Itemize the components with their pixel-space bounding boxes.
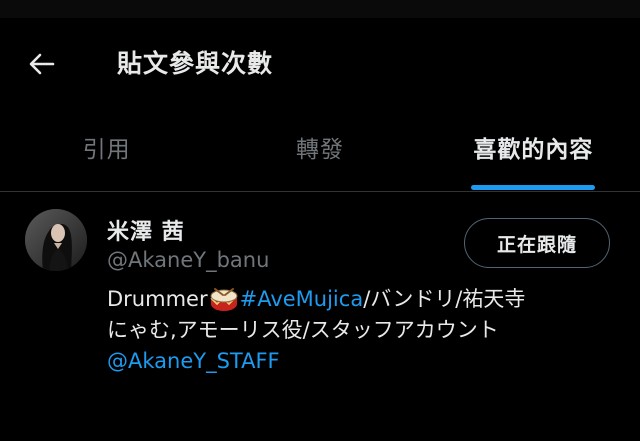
bio-text: /バンドリ/祐天寺 [363, 287, 526, 311]
bio-line: @AkaneY_STAFF [107, 346, 607, 377]
bio-line: Drummer #AveMujica /バンドリ/祐天寺 [107, 284, 607, 315]
tab-label: 引用 [82, 137, 131, 163]
hashtag-link[interactable]: #AveMujica [240, 284, 364, 315]
display-name[interactable]: 米澤 茜 [107, 214, 185, 246]
drum-icon [210, 287, 238, 311]
active-tab-indicator [471, 185, 596, 190]
avatar-image [25, 209, 87, 271]
header: 貼文參與次數 [0, 18, 640, 108]
user-list-item[interactable]: 米澤 茜 @AkaneY_banu 正在跟隨 Drummer #AveMujic… [0, 192, 640, 441]
arrow-left-icon [29, 53, 55, 75]
user-handle[interactable]: @AkaneY_banu [107, 248, 269, 272]
tab-bar: 引用 轉發 喜歡的內容 [0, 108, 640, 192]
avatar[interactable] [25, 209, 87, 271]
tab-quotes[interactable]: 引用 [0, 108, 213, 192]
bio-line: にゃむ,アモーリス役/スタッフアカウント [107, 315, 607, 346]
tab-reposts[interactable]: 轉發 [213, 108, 426, 192]
page-title: 貼文參與次數 [117, 49, 274, 78]
bio-text: Drummer [107, 287, 208, 311]
status-bar-edge [0, 0, 640, 18]
tab-label: 轉發 [295, 137, 344, 163]
tab-label: 喜歡的內容 [473, 137, 594, 163]
mention-link[interactable]: @AkaneY_STAFF [107, 346, 280, 377]
tab-likes[interactable]: 喜歡的內容 [427, 108, 640, 192]
bio-text: にゃむ,アモーリス役/スタッフアカウント [107, 318, 499, 342]
back-button[interactable] [22, 44, 62, 84]
following-button[interactable]: 正在跟隨 [464, 218, 610, 268]
user-bio: Drummer #AveMujica /バンドリ/祐天寺 にゃむ,アモーリス役/… [107, 284, 607, 377]
